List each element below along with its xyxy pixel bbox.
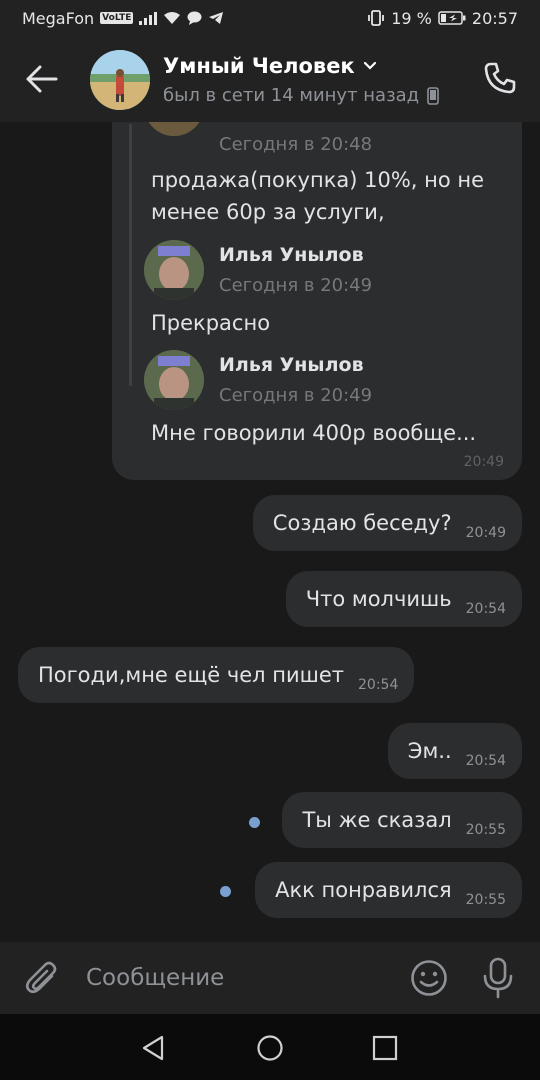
unread-indicator — [249, 817, 260, 828]
message-bubble-outgoing[interactable]: Акк понравился 20:55 — [255, 862, 522, 918]
forwarded-time: Сегодня в 20:49 — [219, 275, 373, 296]
telegram-icon — [209, 12, 224, 24]
contact-name[interactable]: Умный Человек — [163, 54, 377, 78]
battery-icon — [438, 11, 466, 25]
phone-call-icon[interactable] — [482, 60, 518, 96]
message-list[interactable]: Сегодня в 20:48 продажа(покупка) 10%, но… — [0, 122, 540, 942]
phone-device-icon — [427, 86, 439, 105]
last-seen-label: был в сети 14 минут назад — [163, 85, 420, 106]
message-text: Акк понравился — [275, 878, 452, 902]
forwarded-author-name[interactable]: Илья Унылов — [219, 244, 364, 266]
nav-home-icon[interactable] — [256, 1034, 284, 1062]
chevron-down-icon[interactable] — [363, 61, 377, 71]
emoji-icon[interactable] — [410, 959, 448, 997]
message-time: 20:49 — [465, 525, 506, 541]
avatar-image — [144, 350, 204, 410]
signal-icon — [139, 11, 158, 25]
contact-status: был в сети 14 минут назад — [163, 85, 439, 106]
forwarded-author-avatar[interactable] — [144, 240, 204, 300]
message-text: Эм.. — [407, 739, 452, 763]
message-text: Создаю беседу? — [272, 511, 452, 535]
paperclip-icon[interactable] — [24, 960, 60, 998]
avatar-image — [144, 240, 204, 300]
forward-quote-line — [129, 124, 132, 386]
nav-recent-apps-icon[interactable] — [372, 1035, 398, 1061]
message-time: 20:55 — [465, 892, 506, 908]
battery-percent: 19 % — [391, 8, 432, 28]
message-text: Ты же сказал — [302, 808, 452, 832]
avatar-image — [90, 50, 150, 110]
back-arrow-icon[interactable] — [22, 62, 62, 96]
message-bubble-outgoing[interactable]: Создаю беседу? 20:49 — [252, 495, 522, 551]
message-text: Погоди,мне ещё чел пишет — [38, 663, 344, 687]
system-navigation-bar — [0, 1014, 540, 1080]
message-icon — [187, 11, 202, 25]
contact-name-label: Умный Человек — [163, 54, 355, 78]
wifi-icon — [164, 12, 181, 24]
forwarded-text: Прекрасно — [151, 311, 271, 335]
message-bubble-outgoing[interactable]: Ты же сказал 20:55 — [282, 792, 522, 848]
vibrate-icon — [368, 10, 385, 26]
message-time: 20:54 — [465, 601, 506, 617]
forwarded-author-name[interactable]: Илья Унылов — [219, 354, 364, 376]
carrier-label: MegaFon — [22, 8, 95, 28]
message-time: 20:54 — [465, 753, 506, 769]
contact-avatar[interactable] — [90, 50, 150, 110]
forwarded-text: продажа(покупка) 10%, но не менее 60р за… — [151, 168, 485, 224]
forwarded-author-avatar[interactable] — [144, 350, 204, 410]
forwarded-text: Мне говорили 400р вообще... — [151, 421, 477, 445]
message-text: Что молчишь — [305, 587, 452, 611]
microphone-icon[interactable] — [480, 957, 516, 999]
message-composer — [0, 942, 540, 1014]
message-time: 20:54 — [358, 677, 399, 693]
forwarded-author-avatar[interactable] — [144, 122, 204, 136]
unread-indicator — [220, 886, 231, 897]
message-time: 20:49 — [463, 454, 504, 470]
clock: 20:57 — [471, 8, 518, 28]
avatar-image — [144, 122, 204, 136]
status-bar: MegaFon VoLTE 19 % 20:57 — [0, 0, 540, 36]
message-input[interactable] — [86, 960, 386, 996]
chat-header: Умный Человек был в сети 14 минут назад — [0, 36, 540, 122]
nav-back-icon[interactable] — [140, 1034, 168, 1062]
forwarded-time: Сегодня в 20:49 — [219, 385, 373, 406]
forwarded-time: Сегодня в 20:48 — [219, 134, 373, 155]
message-time: 20:55 — [465, 822, 506, 838]
message-bubble-outgoing[interactable]: Эм.. 20:54 — [387, 723, 522, 779]
message-bubble-incoming[interactable]: Погоди,мне ещё чел пишет 20:54 — [18, 647, 415, 703]
forwarded-message-bubble[interactable]: Сегодня в 20:48 продажа(покупка) 10%, но… — [112, 122, 522, 480]
volte-badge: VoLTE — [100, 12, 134, 24]
message-bubble-outgoing[interactable]: Что молчишь 20:54 — [285, 571, 522, 627]
